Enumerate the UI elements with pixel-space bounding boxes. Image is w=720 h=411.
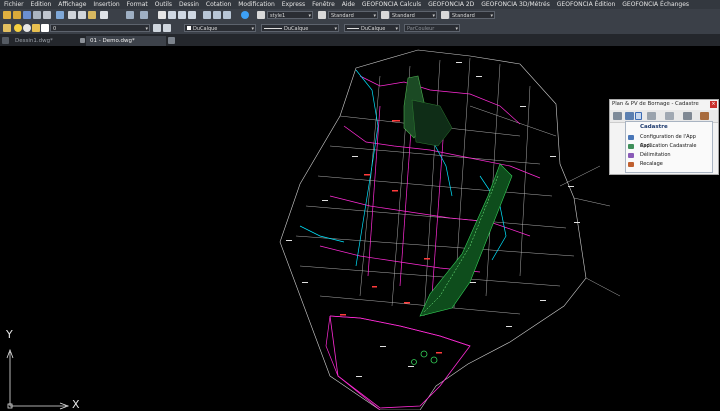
menu-item-edition[interactable]: Edition xyxy=(31,0,52,9)
menu-item-geofoncia-calculs[interactable]: GEOFONCIA Calculs xyxy=(362,0,421,9)
export-icon[interactable] xyxy=(700,112,709,120)
menu-bar: Fichier Edition Affichage Insertion Form… xyxy=(0,0,720,9)
parcel-outline xyxy=(279,49,587,410)
green-area xyxy=(411,99,453,147)
design-center-icon[interactable] xyxy=(213,11,221,19)
menu-item-application-cadastrale[interactable]: Application Cadastrale xyxy=(627,142,711,151)
text-style-select[interactable]: style1 ▾ xyxy=(267,11,313,19)
zoom-previous-icon[interactable] xyxy=(188,11,196,19)
panel-title: Plan & PV de Bornage - Cadastre xyxy=(612,101,699,107)
new-file-icon[interactable] xyxy=(3,11,11,19)
match-properties-icon[interactable] xyxy=(100,11,108,19)
menu-item-geofoncia-3d[interactable]: GEOFONCIA 3D/Métrés xyxy=(481,0,550,9)
ucs-icon xyxy=(6,348,70,410)
close-button[interactable]: × xyxy=(710,101,717,108)
menu-item-geofoncia-2d[interactable]: GEOFONCIA 2D xyxy=(428,0,474,9)
color-select[interactable]: DuCalque ▾ xyxy=(184,24,256,32)
recalage-icon xyxy=(628,162,634,167)
layers-toolbar: 0 ▾ DuCalque ▾ DuCalque ▾ DuCalque ▾ ParCoul… xyxy=(0,22,720,34)
configuration-icon xyxy=(628,135,634,140)
menu-item-geofoncia-edition[interactable]: GEOFONCIA Édition xyxy=(557,0,616,9)
cadastre-dropdown-menu: Cadastre Configuration de l'App Cad... A… xyxy=(625,121,713,173)
menu-item-geofoncia-echanges[interactable]: GEOFONCIA Échanges xyxy=(622,0,689,9)
pan-icon[interactable] xyxy=(158,11,166,19)
delimitation-icon xyxy=(628,153,634,158)
tools-icon[interactable] xyxy=(647,112,656,120)
ucs-x-label: X xyxy=(72,398,80,411)
standard-toolbar: style1 ▾ Standard ▾ Standard ▾ Standard ▾ xyxy=(0,9,720,22)
menu-item-express[interactable]: Express xyxy=(282,0,305,9)
lineweight-select[interactable]: DuCalque ▾ xyxy=(344,24,400,32)
table-style-icon[interactable] xyxy=(381,11,389,19)
zoom-window-icon[interactable] xyxy=(178,11,186,19)
print-icon[interactable] xyxy=(33,11,41,19)
layer-freeze-icon[interactable] xyxy=(23,24,31,32)
menu-header: Cadastre xyxy=(640,124,668,130)
redo-icon[interactable] xyxy=(140,11,148,19)
layer-on-icon[interactable] xyxy=(14,24,22,32)
layer-previous-icon[interactable] xyxy=(163,24,171,32)
text-style-icon[interactable] xyxy=(257,11,265,19)
menu-item-delimitation[interactable]: Délimitation xyxy=(627,151,711,160)
plot-style-select[interactable]: ParCouleur ▾ xyxy=(404,24,460,32)
layer-select[interactable]: 0 ▾ xyxy=(50,24,150,32)
menu-item-fichier[interactable]: Fichier xyxy=(4,0,24,9)
chevron-down-icon[interactable] xyxy=(635,112,642,120)
menu-item-modification[interactable]: Modification xyxy=(238,0,275,9)
new-tab-icon[interactable] xyxy=(168,37,175,44)
menu-item-fenetre[interactable]: Fenêtre xyxy=(312,0,335,9)
menu-item-affichage[interactable]: Affichage xyxy=(58,0,86,9)
settings-icon[interactable] xyxy=(665,112,674,120)
tab-dessin1[interactable]: Dessin1.dwg* xyxy=(11,36,81,46)
menu-item-format[interactable]: Format xyxy=(127,0,148,9)
dim-style-icon[interactable] xyxy=(318,11,326,19)
save-icon[interactable] xyxy=(23,11,31,19)
southern-parcel xyxy=(329,315,471,409)
survey-points xyxy=(411,350,438,365)
publish-icon[interactable] xyxy=(56,11,64,19)
mleader-style-icon[interactable] xyxy=(441,11,449,19)
open-file-icon[interactable] xyxy=(13,11,21,19)
tool-palettes-icon[interactable] xyxy=(223,11,231,19)
green-strip xyxy=(419,163,513,317)
document-tabs: Dessin1.dwg* 01 - Demo.dwg* xyxy=(0,34,720,46)
layer-lock-icon[interactable] xyxy=(32,24,40,32)
zoom-realtime-icon[interactable] xyxy=(168,11,176,19)
properties-icon[interactable] xyxy=(203,11,211,19)
boundary-markers xyxy=(340,120,442,354)
copy-icon[interactable] xyxy=(78,11,86,19)
menu-item-recalage[interactable]: Recalage xyxy=(627,160,711,169)
tab-close-icon[interactable] xyxy=(80,38,85,43)
ucs-y-label: Y xyxy=(6,328,13,341)
paste-icon[interactable] xyxy=(88,11,96,19)
undo-icon[interactable] xyxy=(126,11,134,19)
plot-preview-icon[interactable] xyxy=(43,11,51,19)
menu-item-aide[interactable]: Aide xyxy=(342,0,355,9)
report-icon[interactable] xyxy=(683,112,692,120)
application-icon xyxy=(628,144,634,149)
cut-icon[interactable] xyxy=(68,11,76,19)
tab-demo[interactable]: 01 - Demo.dwg* xyxy=(86,36,166,46)
menu-item-insertion[interactable]: Insertion xyxy=(93,0,119,9)
make-current-layer-icon[interactable] xyxy=(153,24,161,32)
help-icon[interactable] xyxy=(241,11,249,19)
layer-color-icon[interactable] xyxy=(41,24,49,32)
list-icon[interactable] xyxy=(613,112,622,120)
linetype-select[interactable]: DuCalque ▾ xyxy=(261,24,339,32)
dim-style-select[interactable]: Standard ▾ xyxy=(328,11,378,19)
menu-item-cotation[interactable]: Cotation xyxy=(206,0,231,9)
cadastre-icon[interactable] xyxy=(625,112,634,120)
menu-item-configuration[interactable]: Configuration de l'App Cad... xyxy=(627,133,711,149)
menu-item-dessin[interactable]: Dessin xyxy=(179,0,199,9)
mleader-style-select[interactable]: Standard ▾ xyxy=(449,11,495,19)
tab-menu-icon[interactable] xyxy=(2,37,9,44)
layer-manager-icon[interactable] xyxy=(3,24,11,32)
menu-item-outils[interactable]: Outils xyxy=(155,0,172,9)
table-style-select[interactable]: Standard ▾ xyxy=(389,11,437,19)
